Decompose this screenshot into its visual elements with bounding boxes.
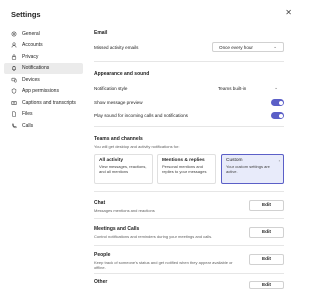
- divider: [94, 126, 284, 127]
- option-desc: Your custom settings are active.: [226, 164, 270, 174]
- missed-activity-value: Once every hour: [219, 44, 253, 50]
- sidebar-item-notifications[interactable]: Notifications: [4, 62, 83, 74]
- phone-icon: [10, 122, 18, 130]
- missed-activity-dropdown[interactable]: Once every hour ⌄: [212, 42, 284, 52]
- sidebar-item-label: App permissions: [22, 88, 59, 95]
- captions-icon: [10, 99, 18, 107]
- missed-activity-label: Missed activity emails: [94, 45, 139, 50]
- divider: [94, 245, 284, 246]
- sidebar-item-label: Accounts: [22, 42, 43, 49]
- people-desc: Keep track of someone's status and get n…: [94, 260, 233, 270]
- chat-heading: Chat: [94, 200, 106, 206]
- sidebar-item-label: Privacy: [22, 53, 39, 60]
- notification-style-label: Notification style: [94, 86, 128, 91]
- other-heading: Other: [94, 279, 108, 285]
- teams-channels-heading: Teams and channels: [94, 136, 143, 142]
- sidebar-item-label: Captions and transcripts: [22, 99, 76, 106]
- sidebar-item-captions[interactable]: Captions and transcripts: [4, 97, 83, 109]
- option-mentions-replies[interactable]: Mentions & replies Personal mentions and…: [157, 154, 216, 184]
- notification-style-dropdown[interactable]: Teams built-in ⌄: [212, 83, 284, 93]
- email-heading: Email: [94, 30, 108, 36]
- meetings-desc: Control notifications and reminders duri…: [94, 234, 213, 239]
- teams-channels-options: All activity View messages, reactions, a…: [94, 154, 284, 186]
- appearance-heading: Appearance and sound: [94, 71, 150, 77]
- sidebar-item-accounts[interactable]: Accounts: [4, 40, 83, 52]
- sidebar-item-label: Files: [22, 111, 33, 118]
- meetings-heading: Meetings and Calls: [94, 226, 140, 232]
- bell-icon: [10, 64, 18, 72]
- person-icon: [10, 41, 18, 49]
- sidebar-item-files[interactable]: Files: [4, 109, 83, 121]
- sidebar-item-general[interactable]: General: [4, 28, 83, 40]
- option-custom[interactable]: › Custom Your custom settings are active…: [221, 154, 284, 184]
- sidebar-item-label: Devices: [22, 76, 40, 83]
- sidebar: General Accounts Privacy Notifications D…: [4, 28, 83, 132]
- option-all-activity[interactable]: All activity View messages, reactions, a…: [94, 154, 153, 184]
- chevron-down-icon: ⌄: [273, 44, 277, 49]
- sidebar-item-privacy[interactable]: Privacy: [4, 51, 83, 63]
- divider: [94, 218, 284, 219]
- file-icon: [10, 110, 18, 118]
- sidebar-item-app-permissions[interactable]: App permissions: [4, 86, 83, 98]
- teams-channels-desc: You will get desktop and activity notifi…: [94, 144, 180, 149]
- option-title: Custom: [226, 158, 243, 163]
- sidebar-item-label: Calls: [22, 122, 34, 129]
- people-edit-button[interactable]: Edit: [249, 254, 284, 265]
- option-title: All activity: [99, 158, 123, 163]
- sidebar-item-label: General: [22, 30, 40, 37]
- divider: [94, 191, 284, 192]
- shield-icon: [10, 87, 18, 95]
- show-preview-toggle[interactable]: [271, 99, 284, 106]
- meetings-edit-button[interactable]: Edit: [249, 227, 284, 238]
- sidebar-item-devices[interactable]: Devices: [4, 74, 83, 86]
- option-desc: View messages, reactions, and all mentio…: [99, 164, 147, 174]
- people-heading: People: [94, 252, 111, 258]
- lock-icon: [10, 53, 18, 61]
- notification-style-value: Teams built-in: [218, 85, 247, 91]
- close-icon[interactable]: ✕: [285, 9, 292, 17]
- gear-icon: [10, 30, 18, 38]
- sidebar-item-calls[interactable]: Calls: [4, 120, 83, 132]
- divider: [94, 273, 284, 274]
- chat-edit-button[interactable]: Edit: [249, 200, 284, 211]
- show-preview-label: Show message preview: [94, 100, 143, 105]
- divider: [94, 61, 284, 62]
- chat-desc: Messages mentions and reactions: [94, 208, 155, 213]
- chevron-right-icon: ›: [278, 158, 280, 163]
- option-desc: Personal mentions and replies to your me…: [162, 164, 207, 174]
- play-sound-toggle[interactable]: [271, 112, 284, 119]
- chevron-down-icon: ⌄: [274, 85, 278, 90]
- sidebar-item-label: Notifications: [22, 65, 50, 72]
- devices-icon: [10, 76, 18, 84]
- play-sound-label: Play sound for incoming calls and notifi…: [94, 113, 188, 118]
- page-title: Settings: [11, 10, 41, 19]
- option-title: Mentions & replies: [162, 158, 205, 163]
- other-edit-button[interactable]: Edit: [249, 281, 284, 289]
